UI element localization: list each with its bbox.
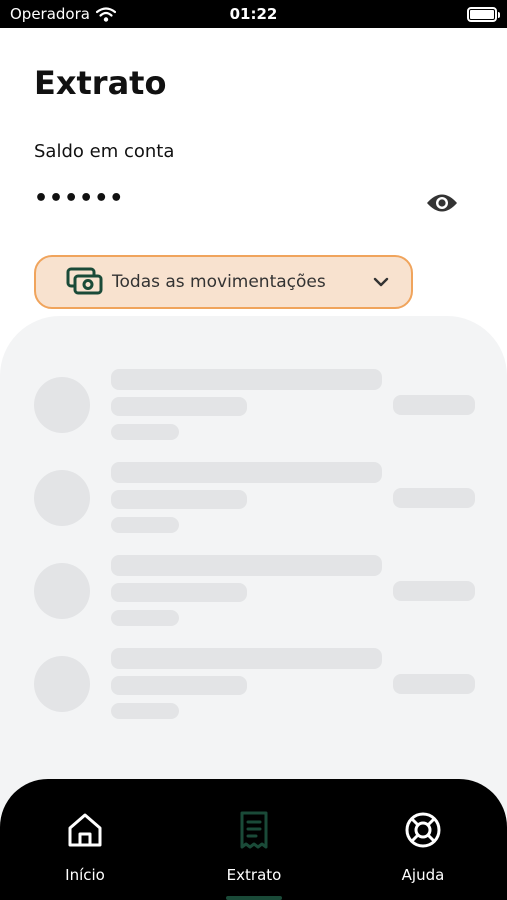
- balance-label: Saldo em conta: [34, 141, 175, 162]
- skeleton-date: [111, 517, 179, 533]
- nav-label-extrato: Extrato: [226, 866, 282, 884]
- nav-item-extrato[interactable]: Extrato: [194, 779, 314, 900]
- skeleton-subtitle: [111, 583, 247, 602]
- balance-value: ••••••: [34, 186, 125, 211]
- skeleton-avatar: [34, 377, 90, 433]
- page-title: Extrato: [34, 64, 167, 102]
- skeleton-subtitle: [111, 397, 247, 416]
- filter-selected-label: Todas as movimentações: [112, 272, 326, 292]
- skeleton-row: [0, 369, 507, 457]
- nav-label-ajuda: Ajuda: [401, 866, 445, 884]
- skeleton-row: [0, 462, 507, 550]
- skeleton-avatar: [34, 656, 90, 712]
- skeleton-amount: [393, 488, 475, 508]
- status-bar: Operadora 01:22: [0, 0, 507, 28]
- nav-item-ajuda[interactable]: Ajuda: [363, 779, 483, 900]
- skeleton-date: [111, 703, 179, 719]
- status-time: 01:22: [229, 5, 278, 23]
- skeleton-date: [111, 610, 179, 626]
- skeleton-avatar: [34, 470, 90, 526]
- skeleton-amount: [393, 581, 475, 601]
- receipt-icon: [240, 811, 268, 849]
- home-icon: [68, 813, 102, 847]
- skeleton-amount: [393, 674, 475, 694]
- bottom-navigation: Início Extrato Ajuda: [0, 779, 507, 900]
- skeleton-avatar: [34, 563, 90, 619]
- skeleton-date: [111, 424, 179, 440]
- skeleton-title: [111, 369, 382, 390]
- skeleton-title: [111, 555, 382, 576]
- skeleton-subtitle: [111, 490, 247, 509]
- toggle-balance-visibility-button[interactable]: [424, 187, 460, 219]
- transaction-list: [0, 316, 507, 816]
- skeleton-row: [0, 555, 507, 643]
- battery-icon: [467, 6, 500, 22]
- transaction-filter-dropdown[interactable]: Todas as movimentações: [34, 255, 413, 309]
- skeleton-title: [111, 462, 382, 483]
- nav-item-inicio[interactable]: Início: [25, 779, 145, 900]
- eye-icon: [427, 194, 457, 212]
- skeleton-title: [111, 648, 382, 669]
- skeleton-amount: [393, 395, 475, 415]
- lifebuoy-icon: [405, 812, 441, 848]
- active-tab-indicator: [226, 896, 282, 900]
- chevron-down-icon: [373, 277, 389, 287]
- skeleton-subtitle: [111, 676, 247, 695]
- skeleton-row: [0, 648, 507, 736]
- cash-icon: [66, 267, 103, 295]
- nav-label-inicio: Início: [65, 866, 105, 884]
